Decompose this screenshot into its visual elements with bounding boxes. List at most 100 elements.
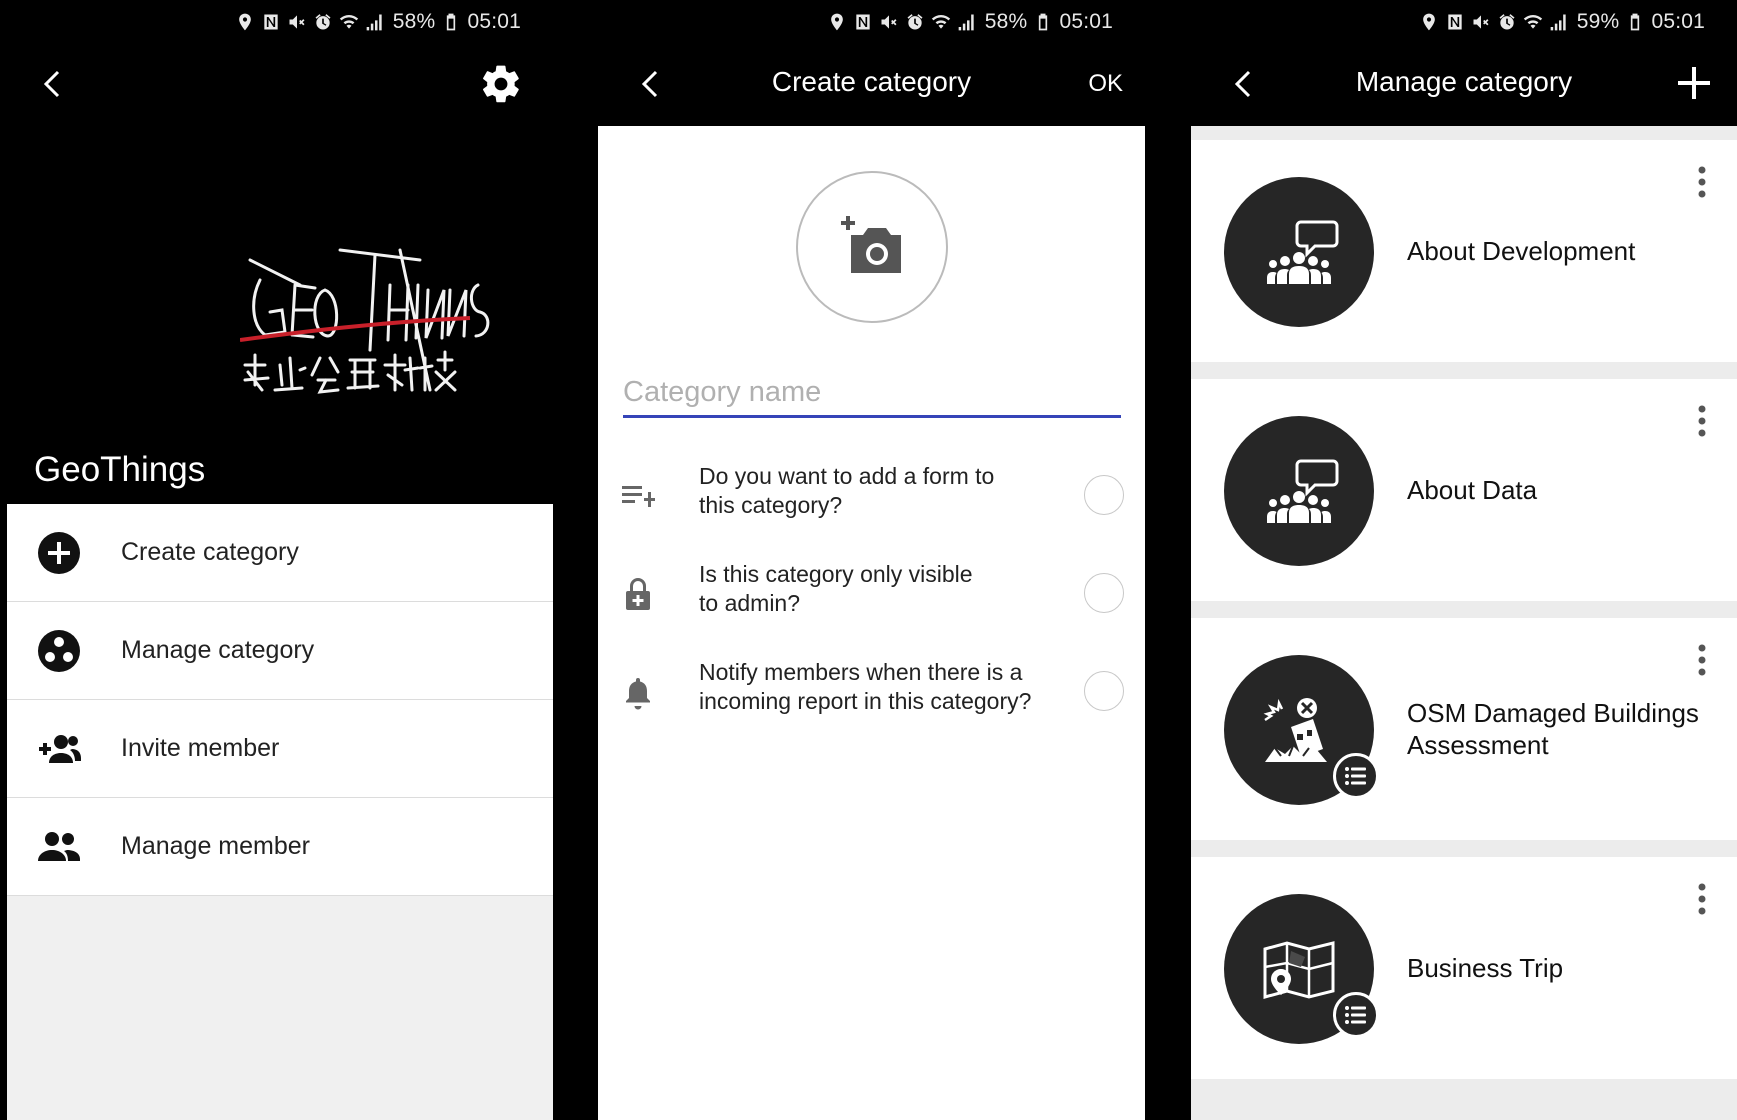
bell-icon [626, 678, 650, 710]
admin-only-radio[interactable] [1084, 573, 1124, 613]
back-button[interactable] [34, 66, 70, 102]
menu-item-label: Invite member [121, 734, 280, 762]
more-vertical-icon [1698, 166, 1706, 198]
category-card[interactable]: About Data [1191, 379, 1737, 601]
app-bar: Manage category [1191, 44, 1737, 126]
clock: 05:01 [1059, 10, 1113, 33]
chevron-left-icon [43, 70, 60, 98]
playlist-add-icon [622, 486, 655, 507]
alarm-icon [1499, 14, 1515, 30]
add-photo-button[interactable] [796, 171, 948, 323]
ok-button[interactable]: OK [1088, 64, 1123, 104]
category-list: About Development About Data OSM Damaged… [1191, 126, 1737, 1120]
drawer-menu: Create category Manage category Invite m… [7, 504, 553, 1120]
battery-percent: 58% [392, 10, 436, 33]
status-bar: 58% 05:01 [0, 0, 553, 44]
home-drawer-screen: 58% 05:01 GeoThings Create category Mana… [0, 0, 553, 1120]
lock-icon [626, 578, 650, 610]
add-form-radio[interactable] [1084, 475, 1124, 515]
nfc-icon [856, 14, 870, 30]
battery-percent: 58% [984, 10, 1028, 33]
category-avatar [1224, 416, 1374, 566]
category-name: Business Trip [1407, 953, 1564, 983]
category-dots-icon [38, 629, 80, 672]
list-icon [1345, 767, 1366, 785]
menu-item-manage-category[interactable]: Manage category [7, 602, 553, 700]
clock: 05:01 [1651, 10, 1705, 33]
group-add-icon [39, 734, 81, 763]
wifi-icon [931, 15, 950, 29]
alarm-icon [315, 14, 331, 30]
signal-icon [366, 14, 382, 31]
category-card[interactable]: Business Trip [1191, 857, 1737, 1079]
category-name: About Development [1407, 236, 1636, 266]
add-category-button[interactable] [1673, 62, 1715, 104]
wifi-icon [339, 15, 358, 29]
more-options-button[interactable] [1687, 162, 1717, 202]
battery-icon [447, 13, 456, 31]
app-bar: Create category OK [598, 44, 1145, 126]
status-bar: 59% 05:01 [1191, 0, 1737, 44]
notify-members-radio[interactable] [1084, 671, 1124, 711]
menu-item-label: Manage member [121, 832, 310, 860]
nfc-icon [1448, 14, 1462, 30]
alarm-icon [907, 14, 923, 30]
status-icons [827, 12, 977, 32]
option-add-form: Do you want to add a form to this catego… [598, 456, 1145, 536]
option-text: Notify members when there is a incoming … [699, 659, 1032, 714]
settings-button[interactable] [479, 62, 523, 106]
menu-item-label: Manage category [121, 636, 315, 664]
plus-icon [1678, 67, 1710, 99]
status-icons [235, 12, 385, 32]
battery-icon [1631, 13, 1640, 31]
option-text: Is this category only visible to admin? [699, 561, 973, 616]
category-avatar [1224, 177, 1374, 327]
plus-circle-icon [38, 531, 80, 574]
menu-item-manage-member[interactable]: Manage member [7, 798, 553, 896]
gear-icon [483, 65, 519, 103]
more-options-button[interactable] [1687, 401, 1717, 441]
option-admin-only: Is this category only visible to admin? [598, 554, 1145, 634]
create-category-screen: 58% 05:01 Create category OK Do you want… [598, 0, 1145, 1120]
app-bar [0, 44, 553, 126]
create-category-form: Do you want to add a form to this catego… [598, 126, 1145, 1120]
clock: 05:01 [467, 10, 521, 33]
more-vertical-icon [1698, 644, 1706, 676]
category-name: OSM Damaged Buildings Assessment [1407, 698, 1699, 760]
more-options-button[interactable] [1687, 640, 1717, 680]
form-badge [1333, 992, 1379, 1038]
signal-icon [958, 14, 974, 31]
mute-icon [289, 15, 305, 29]
category-card[interactable]: About Development [1191, 140, 1737, 362]
option-notify-members: Notify members when there is a incoming … [598, 652, 1145, 732]
option-text: Do you want to add a form to this catego… [699, 463, 995, 518]
manage-category-screen: 59% 05:01 Manage category About Developm… [1191, 0, 1737, 1120]
status-bar: 58% 05:01 [598, 0, 1145, 44]
map-icon [1263, 941, 1335, 999]
battery-percent: 59% [1576, 10, 1620, 33]
people-chat-icon [1267, 220, 1339, 284]
geothings-logo [240, 248, 490, 394]
category-name-input[interactable] [623, 370, 1121, 418]
status-icons [1419, 12, 1569, 32]
damaged-building-icon [1263, 698, 1327, 762]
people-icon [38, 831, 80, 861]
form-badge [1333, 753, 1379, 799]
signal-icon [1550, 14, 1566, 31]
page-title: Manage category [1355, 66, 1573, 97]
wifi-icon [1523, 15, 1542, 29]
menu-item-create-category[interactable]: Create category [7, 504, 553, 602]
location-icon [1422, 13, 1435, 31]
nfc-icon [264, 14, 278, 30]
list-icon [1345, 1006, 1366, 1024]
people-chat-icon [1267, 459, 1339, 523]
mute-icon [881, 15, 897, 29]
menu-item-label: Create category [121, 538, 299, 566]
more-options-button[interactable] [1687, 879, 1717, 919]
add-photo-icon [841, 216, 901, 273]
menu-item-invite-member[interactable]: Invite member [7, 700, 553, 798]
page-title: Create category [771, 66, 972, 97]
category-card[interactable]: OSM Damaged Buildings Assessment [1191, 618, 1737, 840]
location-icon [238, 13, 251, 31]
more-vertical-icon [1698, 405, 1706, 437]
